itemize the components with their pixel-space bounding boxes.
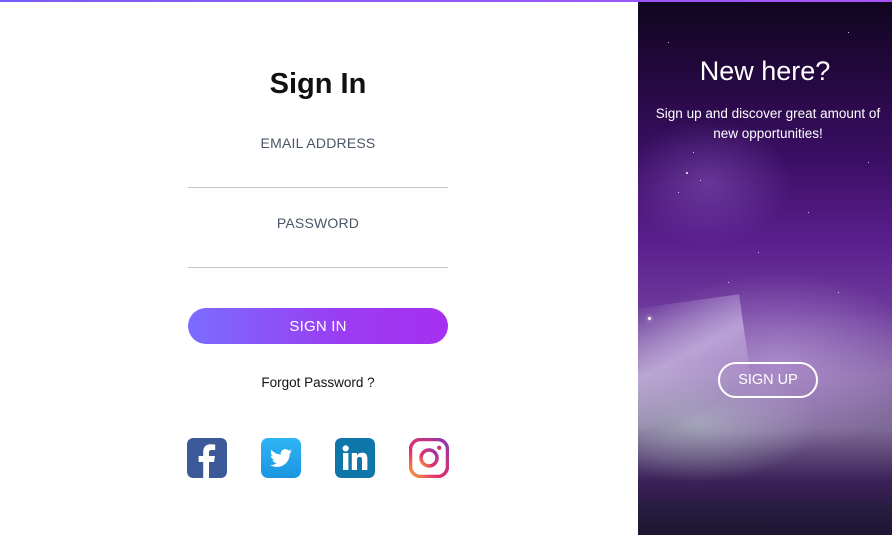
linkedin-icon[interactable] <box>335 438 375 478</box>
promo-horizon <box>638 502 892 535</box>
twitter-icon[interactable] <box>261 438 301 478</box>
email-input[interactable] <box>188 163 448 188</box>
password-input[interactable] <box>188 243 448 268</box>
star <box>868 162 869 163</box>
signin-title: Sign In <box>269 68 367 100</box>
star <box>808 212 809 213</box>
promo-panel: New here? Sign up and discover great amo… <box>638 2 892 535</box>
star <box>728 282 729 283</box>
forgot-password-link[interactable]: Forgot Password ? <box>188 375 448 390</box>
email-label: EMAIL ADDRESS <box>260 135 376 151</box>
star <box>668 42 669 43</box>
promo-text: Sign up and discover great amount of new… <box>655 106 881 141</box>
star <box>686 172 688 174</box>
star <box>838 292 839 293</box>
instagram-icon[interactable] <box>409 438 449 478</box>
signin-button[interactable]: SIGN IN <box>188 308 448 344</box>
signup-button[interactable]: SIGN UP <box>718 362 818 398</box>
star <box>648 317 651 320</box>
password-label: PASSWORD <box>276 215 360 231</box>
star <box>678 192 679 193</box>
promo-title: New here? <box>699 56 831 86</box>
sign-in-page: Sign In EMAIL ADDRESS PASSWORD SIGN IN F… <box>0 0 892 535</box>
star <box>693 152 694 153</box>
star <box>700 180 701 181</box>
star <box>848 32 849 33</box>
signin-panel: Sign In EMAIL ADDRESS PASSWORD SIGN IN F… <box>0 2 638 535</box>
star <box>758 252 759 253</box>
facebook-icon[interactable] <box>187 438 227 478</box>
